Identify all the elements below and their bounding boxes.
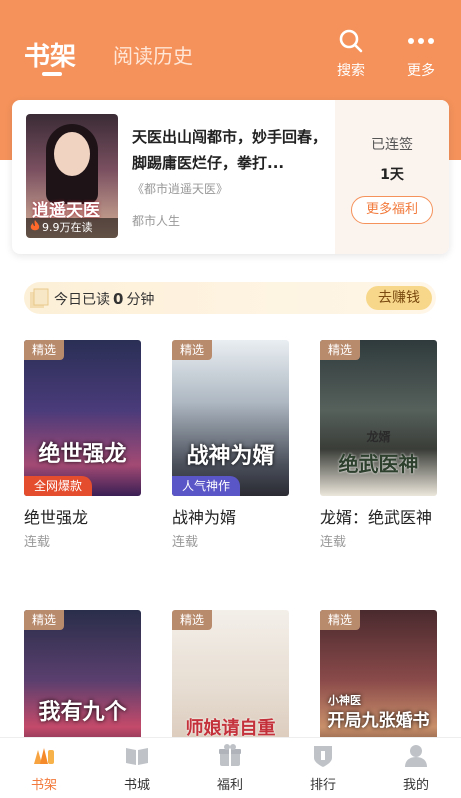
book-item[interactable]: 精选 战神为婿 人气神作 战神为婿 连载: [172, 340, 289, 553]
cover-title: 绝武医神: [338, 452, 419, 476]
featured-tag: 精选: [24, 340, 64, 360]
book-item[interactable]: 精选 绝世强龙 全网爆款 绝世强龙 连载: [24, 340, 141, 553]
cover-title: 绝世强龙: [38, 442, 127, 467]
nav-ranking[interactable]: 排行: [293, 742, 353, 793]
book-status: 连载: [320, 535, 347, 550]
more-label: 更多: [407, 63, 435, 79]
cover-ribbon: 全网爆款: [24, 476, 93, 496]
search-label: 搜索: [337, 63, 365, 79]
gift-icon: [219, 744, 241, 766]
bottom-nav: 书架 书城 福利 排行 我的: [0, 737, 461, 798]
featured-tag: 精选: [172, 610, 212, 630]
nav-welfare-label: 福利: [216, 778, 243, 793]
fire-icon: [30, 220, 40, 231]
search-icon: [339, 29, 363, 53]
recommended-book-blurb[interactable]: 天医出山闯都市，妙手回春，脚踢庸医烂仔，拳打...: [132, 124, 332, 176]
nav-bookstore[interactable]: 书城: [107, 742, 167, 793]
book-status: 连载: [24, 535, 51, 550]
book-title-text: 龙婿：绝武医神: [320, 508, 433, 527]
recommended-book-category: 都市人生: [132, 214, 181, 228]
reading-suffix: 分钟: [126, 292, 155, 308]
readers-count: 9.9万在读: [42, 221, 93, 234]
featured-tag: 精选: [172, 340, 212, 360]
nav-welfare[interactable]: 福利: [200, 742, 260, 793]
cover-title: 我有九个: [38, 700, 127, 725]
bookshelf-page: 书架 阅读历史 搜索 更多 逍遥天医 9.9万在读 天医出山闯都市，妙手回春，脚…: [0, 0, 461, 798]
nav-mine-label: 我的: [402, 778, 429, 793]
cover-title: 战神为婿: [186, 444, 275, 469]
recommended-book-cover[interactable]: 逍遥天医 9.9万在读: [26, 114, 118, 238]
nav-ranking-label: 排行: [309, 778, 336, 793]
bookshelf-icon: [34, 748, 54, 764]
reading-time-label: 今日已读 0 分钟: [54, 289, 154, 309]
checkin-panel: 已连签 1天 更多福利: [335, 100, 449, 254]
nav-bookstore-label: 书城: [123, 778, 150, 793]
book-item[interactable]: 精选 龙婿 绝武医神 龙婿：绝武医神 连载: [320, 340, 437, 553]
tab-bookshelf[interactable]: 书架: [24, 36, 76, 73]
cover-ribbon: 人气神作: [172, 476, 241, 496]
cover-art-face: [54, 132, 90, 176]
book-status: 连载: [172, 535, 199, 550]
reading-minutes: 0: [113, 290, 124, 308]
cover-subtitle: 龙婿: [366, 430, 391, 444]
recommended-book-name: 《都市逍遥天医》: [132, 182, 229, 196]
nav-mine[interactable]: 我的: [386, 742, 446, 793]
more-dots-icon: [408, 38, 434, 44]
book-title[interactable]: 绝世强龙: [24, 503, 141, 533]
more-welfare-button[interactable]: 更多福利: [351, 196, 433, 224]
book-cover[interactable]: 精选 战神为婿 人气神作: [172, 340, 289, 496]
book-open-icon: [126, 748, 148, 765]
tab-reading-history[interactable]: 阅读历史: [113, 40, 193, 69]
tab-active-indicator: [42, 72, 62, 76]
book-title[interactable]: 战神为婿: [172, 503, 289, 533]
ranking-badge-icon: [314, 746, 332, 767]
checkin-days: 1天: [380, 167, 404, 183]
reading-prefix: 今日已读: [54, 292, 110, 308]
book-title[interactable]: 龙婿：绝武医神: [320, 503, 437, 533]
book-cover[interactable]: 精选 绝世强龙 全网爆款: [24, 340, 141, 496]
user-icon: [405, 745, 427, 767]
book-stack-icon: [30, 288, 49, 308]
featured-tag: 精选: [320, 610, 360, 630]
recommended-book-card[interactable]: 逍遥天医 9.9万在读 天医出山闯都市，妙手回春，脚踢庸医烂仔，拳打... 《都…: [12, 100, 449, 254]
nav-bookshelf[interactable]: 书架: [14, 742, 74, 793]
reading-time-bar: 今日已读 0 分钟 去赚钱: [24, 282, 436, 314]
earn-money-button[interactable]: 去赚钱: [366, 286, 432, 310]
nav-bookshelf-label: 书架: [30, 778, 57, 793]
search-button[interactable]: 搜索: [326, 28, 376, 80]
featured-tag: 精选: [24, 610, 64, 630]
more-button[interactable]: 更多: [396, 28, 446, 80]
book-cover[interactable]: 精选 龙婿 绝武医神: [320, 340, 437, 496]
cover-title: 开局九张婚书: [327, 711, 430, 731]
readers-badge: 9.9万在读: [26, 218, 118, 238]
checkin-label: 已连签: [371, 137, 413, 153]
featured-tag: 精选: [320, 340, 360, 360]
